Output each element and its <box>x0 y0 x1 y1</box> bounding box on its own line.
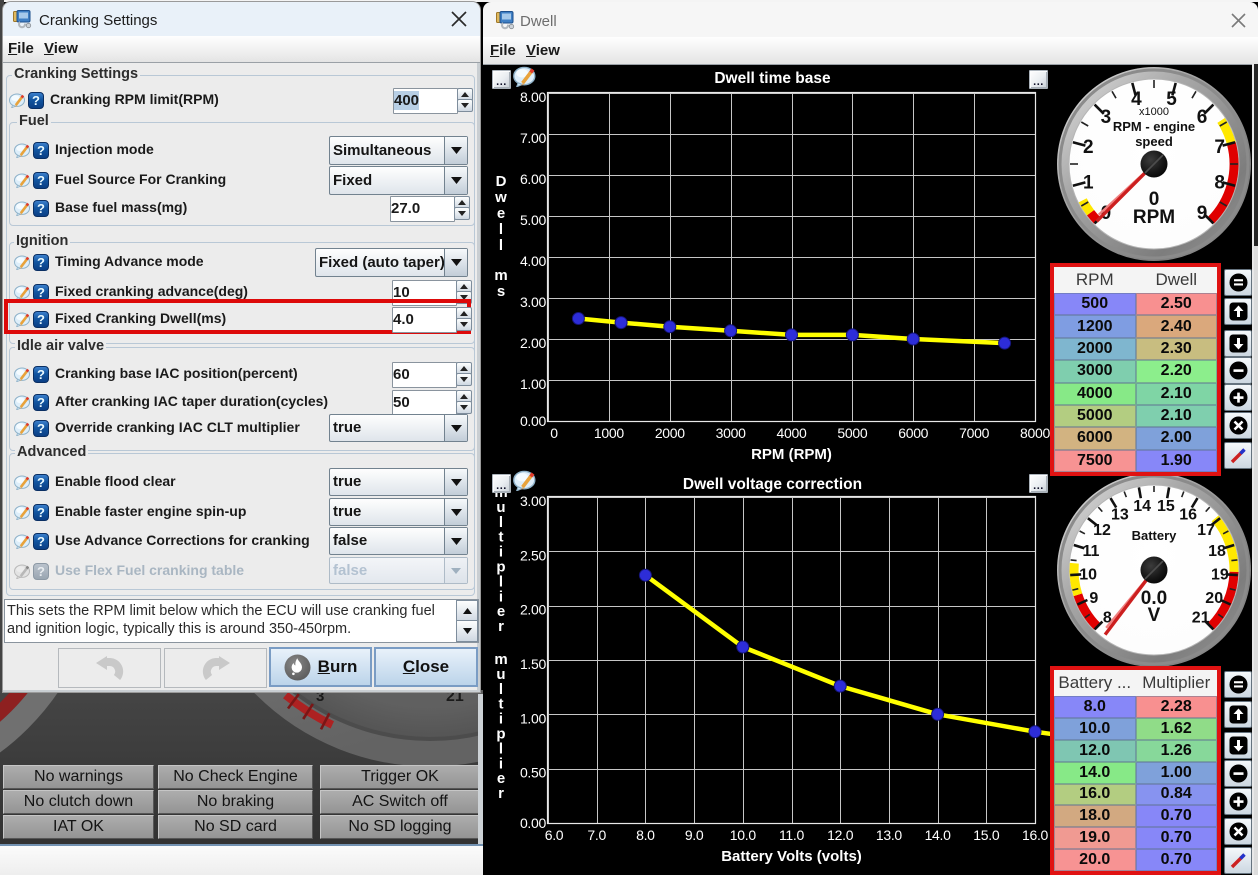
svg-text:12.0: 12.0 <box>827 827 854 843</box>
svg-text:10.0: 10.0 <box>730 827 757 843</box>
svg-text:6: 6 <box>1197 107 1208 128</box>
svg-text:RPM - engine: RPM - engine <box>1113 119 1195 134</box>
svg-text:19: 19 <box>1211 567 1229 584</box>
svg-text:3000: 3000 <box>716 425 746 441</box>
svg-text:4.00: 4.00 <box>520 253 547 269</box>
svg-text:15: 15 <box>1157 498 1175 515</box>
svg-text:7.0: 7.0 <box>587 827 606 843</box>
svg-text:s: s <box>497 283 505 300</box>
svg-text:1.00: 1.00 <box>520 376 547 392</box>
svg-text:5.00: 5.00 <box>520 212 547 228</box>
svg-text:16.0: 16.0 <box>1022 827 1049 843</box>
svg-text:3: 3 <box>316 690 324 705</box>
svg-text:4000: 4000 <box>777 425 807 441</box>
svg-text:1: 1 <box>1083 172 1094 193</box>
svg-text:1000: 1000 <box>594 425 624 441</box>
svg-text:r: r <box>498 618 504 635</box>
svg-text:12: 12 <box>1093 522 1111 539</box>
svg-text:RPM: RPM <box>1133 207 1175 228</box>
svg-text:2: 2 <box>1083 137 1094 158</box>
svg-text:2000: 2000 <box>655 425 685 441</box>
svg-text:5000: 5000 <box>837 425 867 441</box>
svg-text:7: 7 <box>1214 137 1225 158</box>
svg-text:1.00: 1.00 <box>520 710 547 726</box>
svg-text:21: 21 <box>446 690 464 705</box>
svg-text:6.00: 6.00 <box>520 171 547 187</box>
svg-text:w: w <box>494 189 507 206</box>
svg-text:Battery Volts (volts): Battery Volts (volts) <box>721 848 862 865</box>
svg-text:r: r <box>498 785 504 802</box>
svg-text:Dwell voltage correction: Dwell voltage correction <box>683 476 862 493</box>
svg-text:m: m <box>494 267 507 284</box>
svg-text:3: 3 <box>1101 107 1112 128</box>
svg-text:3.00: 3.00 <box>520 493 547 509</box>
svg-text:RPM (RPM): RPM (RPM) <box>751 446 832 463</box>
svg-text:16: 16 <box>1179 506 1197 523</box>
svg-text:10: 10 <box>1079 567 1097 584</box>
svg-text:Dwell time base: Dwell time base <box>714 70 831 87</box>
svg-text:11.0: 11.0 <box>779 827 805 843</box>
svg-text:2.50: 2.50 <box>520 547 547 563</box>
svg-text:0.50: 0.50 <box>520 765 547 781</box>
svg-text:D: D <box>496 173 507 190</box>
svg-text:9.0: 9.0 <box>685 827 704 843</box>
svg-text:8000: 8000 <box>1020 425 1050 441</box>
svg-text:6000: 6000 <box>898 425 928 441</box>
svg-text:13: 13 <box>1111 506 1129 523</box>
svg-text:Battery: Battery <box>1132 528 1178 543</box>
svg-text:18: 18 <box>1208 543 1226 560</box>
svg-text:speed: speed <box>1135 134 1173 149</box>
svg-text:11: 11 <box>1083 543 1100 560</box>
svg-text:15.0: 15.0 <box>973 827 1000 843</box>
svg-text:0.00: 0.00 <box>520 413 547 429</box>
svg-text:2.00: 2.00 <box>520 602 547 618</box>
svg-text:3.00: 3.00 <box>520 294 547 310</box>
svg-text:l: l <box>499 237 503 254</box>
svg-text:8.0: 8.0 <box>636 827 655 843</box>
svg-text:13.0: 13.0 <box>876 827 903 843</box>
svg-text:6.0: 6.0 <box>545 827 564 843</box>
svg-text:0: 0 <box>550 425 558 441</box>
svg-text:14.0: 14.0 <box>925 827 952 843</box>
svg-text:9: 9 <box>1197 203 1208 224</box>
svg-text:14: 14 <box>1133 498 1151 515</box>
svg-text:0.00: 0.00 <box>520 815 547 831</box>
svg-text:e: e <box>497 205 505 222</box>
svg-text:7000: 7000 <box>959 425 989 441</box>
svg-text:V: V <box>1148 605 1161 626</box>
svg-text:9: 9 <box>1089 590 1098 607</box>
svg-text:2.00: 2.00 <box>520 335 547 351</box>
svg-text:20: 20 <box>1205 590 1223 607</box>
svg-text:8: 8 <box>1214 172 1225 193</box>
svg-text:8.00: 8.00 <box>520 89 547 105</box>
svg-text:1.50: 1.50 <box>520 656 547 672</box>
svg-text:x1000: x1000 <box>1139 106 1169 118</box>
svg-text:21: 21 <box>1192 609 1210 626</box>
svg-text:7.00: 7.00 <box>520 130 547 146</box>
svg-text:17: 17 <box>1197 522 1215 539</box>
svg-text:l: l <box>499 221 503 238</box>
